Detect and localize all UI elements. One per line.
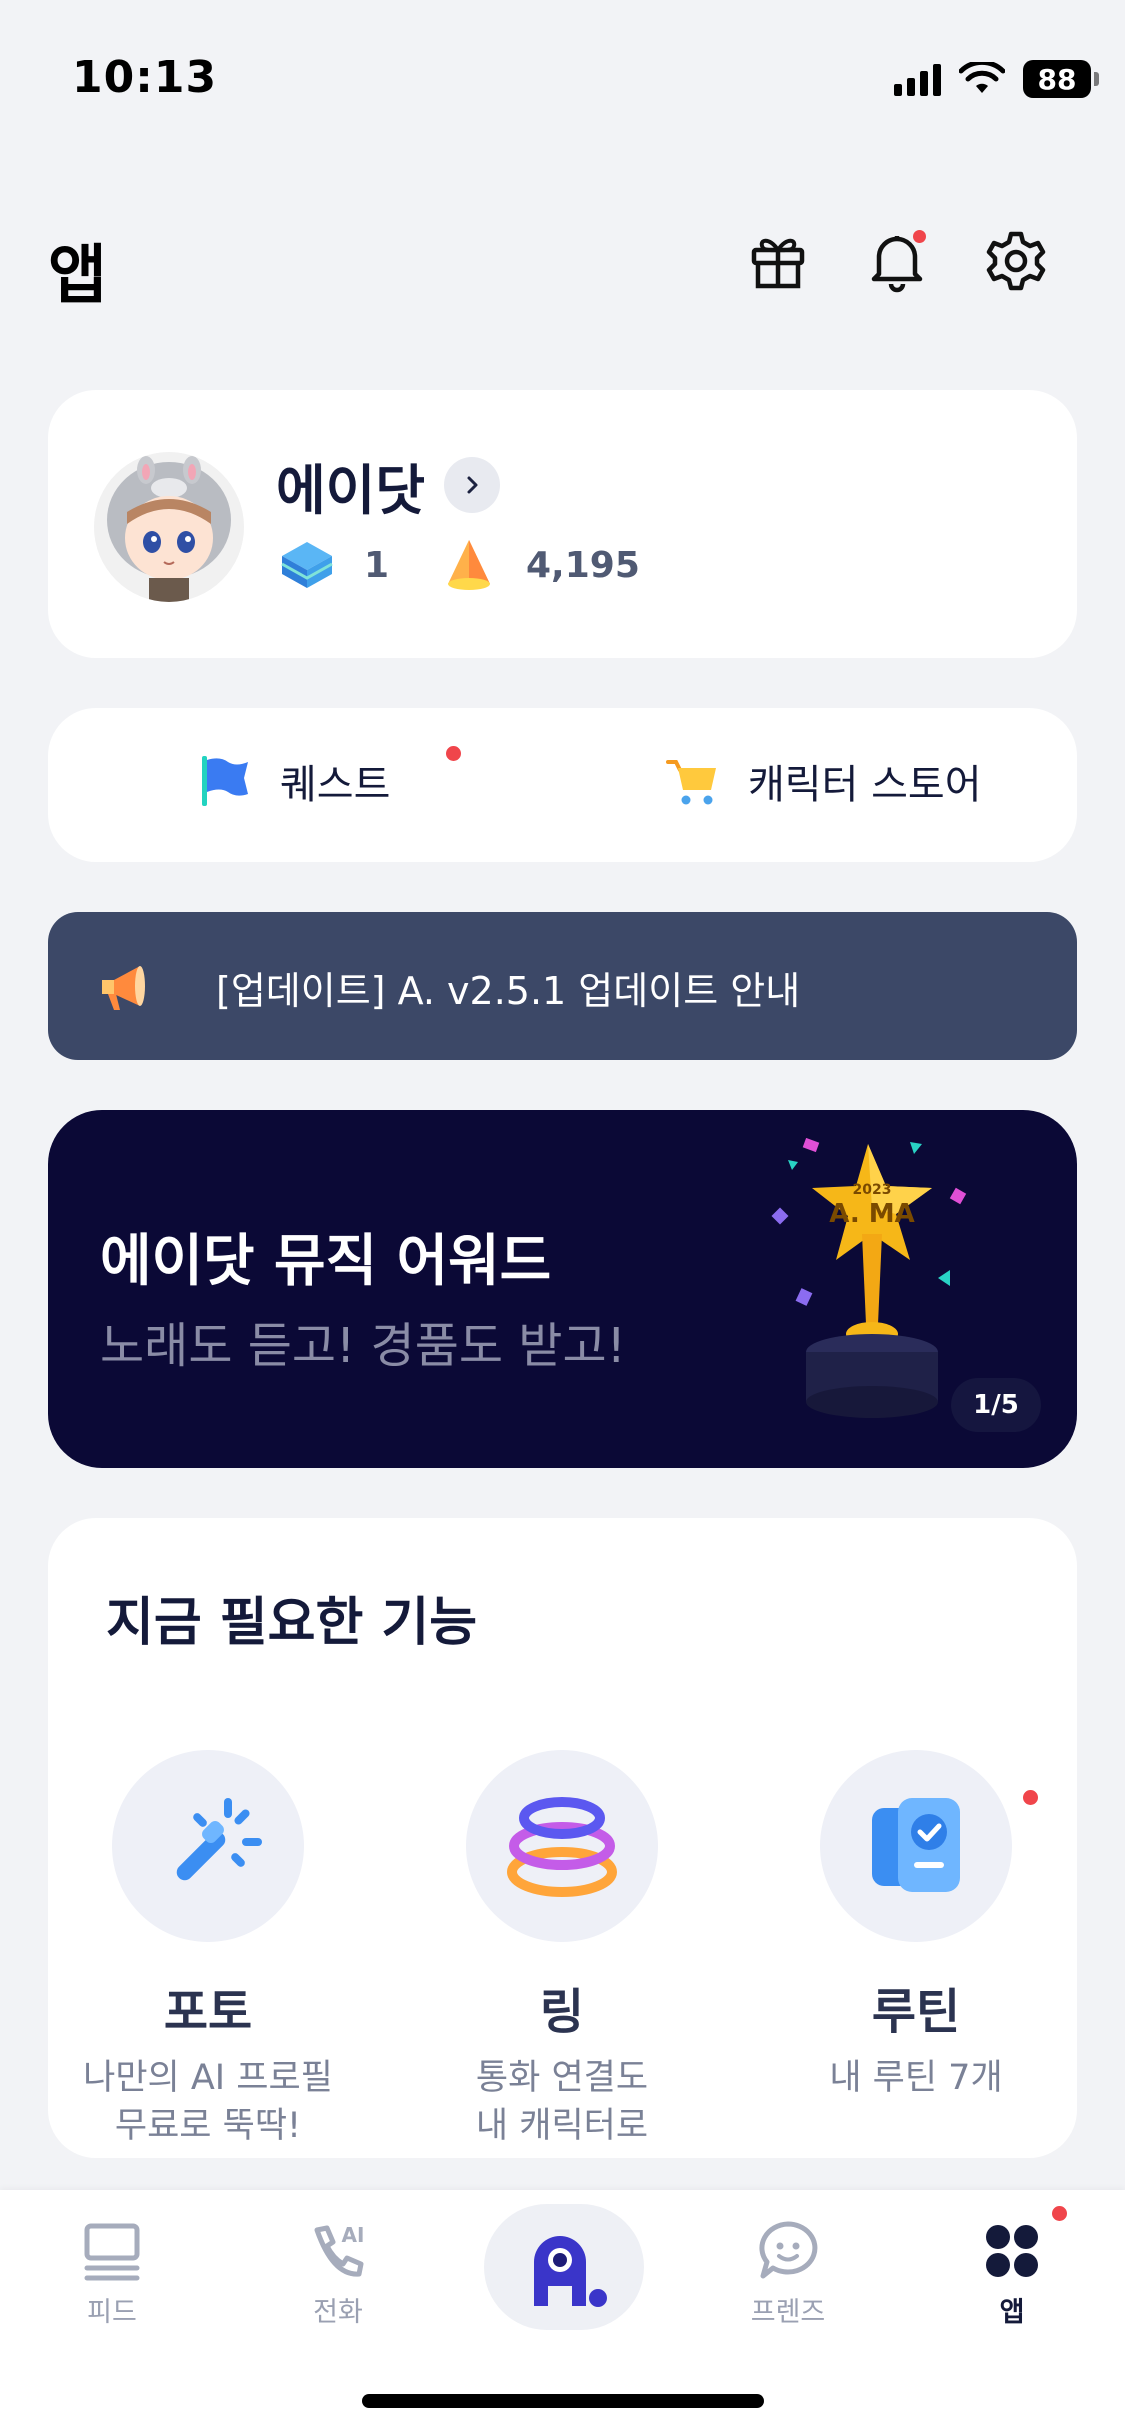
notification-button[interactable] [864, 228, 930, 294]
notice-text: [업데이트] A. v2.5.1 업데이트 안내 [216, 969, 801, 1013]
nav-call-label: 전화 [313, 2297, 363, 2328]
gem-icon [281, 542, 333, 588]
apps-grid-icon [986, 2225, 1038, 2277]
shortcut-card: 퀘스트 캐릭터 스토어 [48, 708, 1077, 862]
wifi-icon [959, 62, 1005, 93]
features-title: 지금 필요한 기능 [106, 1593, 478, 1653]
magic-wand-icon [176, 1798, 262, 1881]
point-count: 4,195 [438, 534, 640, 596]
point-value: 4,195 [526, 544, 640, 586]
feature-routine-desc: 내 루틴 7개 [829, 2058, 1003, 2098]
gem-value: 1 [364, 544, 390, 586]
routine-checklist-icon [872, 1798, 960, 1892]
battery-indicator: 88 [1023, 60, 1099, 98]
nav-home-character[interactable] [484, 2204, 644, 2330]
trophy-label: A. MA [829, 1199, 915, 1229]
nav-call[interactable]: AI 전화 [258, 2216, 418, 2329]
feature-photo[interactable]: 포토 나만의 AI 프로필 무료로 뚝딱! [58, 1750, 358, 2150]
apps-new-dot [1052, 2206, 1067, 2221]
features-card: 지금 필요한 기능 포토 나만의 AI 프로필 무료로 뚝딱! 링 통화 연결도… [48, 1518, 1077, 2158]
chat-face-icon [759, 2221, 818, 2279]
flag-icon [202, 756, 248, 806]
cart-icon [666, 760, 716, 805]
nav-friends[interactable]: 프렌즈 [708, 2216, 868, 2329]
notification-dot [913, 230, 926, 243]
routine-new-dot [1023, 1790, 1038, 1805]
feature-routine[interactable]: 루틴 내 루틴 7개 [766, 1750, 1066, 2102]
gift-button[interactable] [745, 228, 811, 294]
feature-ring-desc: 통화 연결도 내 캐릭터로 [475, 2058, 649, 2146]
settings-button[interactable] [983, 228, 1049, 294]
feature-ring-name: 링 [539, 1984, 585, 2040]
nav-feed[interactable]: 피드 [32, 2216, 192, 2329]
feature-routine-name: 루틴 [871, 1984, 961, 2040]
avatar [94, 452, 244, 602]
ai-phone-icon: AI [314, 2223, 365, 2277]
nav-apps-label: 앱 [999, 2297, 1025, 2328]
nav-friends-label: 프렌즈 [750, 2297, 826, 2328]
gem-count: 1 [276, 534, 389, 596]
profile-name: 에이닷 [276, 459, 426, 522]
feature-ring[interactable]: 링 통화 연결도 내 캐릭터로 [412, 1750, 712, 2150]
feature-photo-desc: 나만의 AI 프로필 무료로 뚝딱! [83, 2058, 333, 2146]
event-banner[interactable]: 에이닷 뮤직 어워드 노래도 듣고! 경품도 받고! 2023 A. MA 1/… [48, 1110, 1077, 1468]
gear-icon [986, 231, 1046, 291]
status-bar: 10:13 88 [0, 0, 1125, 150]
feature-photo-icon-wrap [112, 1750, 304, 1942]
gift-icon [751, 238, 805, 289]
nav-call-ai-badge: AI [342, 2223, 365, 2247]
feature-ring-icon-wrap [466, 1750, 658, 1942]
feature-photo-name: 포토 [163, 1984, 253, 2040]
banner-page-indicator: 1/5 [951, 1378, 1041, 1432]
quest-new-dot [446, 746, 461, 761]
cone-point-icon [448, 540, 490, 590]
notice-banner[interactable]: [업데이트] A. v2.5.1 업데이트 안내 [48, 912, 1077, 1060]
home-indicator[interactable] [362, 2394, 764, 2408]
app-header: 앱 [0, 200, 1125, 320]
chevron-right-icon [467, 476, 478, 494]
ring-stack-icon [507, 1797, 617, 1897]
nav-feed-label: 피드 [87, 2297, 137, 2328]
trophy-year: 2023 [853, 1182, 892, 1198]
profile-card[interactable]: 에이닷 1 4,195 [48, 390, 1077, 658]
cellular-signal-icon [894, 62, 941, 96]
feed-icon [84, 2223, 140, 2281]
quest-button[interactable]: 퀘스트 [196, 746, 461, 810]
nav-apps[interactable]: 앱 [932, 2206, 1092, 2329]
banner-title: 에이닷 뮤직 어워드 [100, 1229, 552, 1294]
page-title: 앱 [48, 239, 107, 313]
megaphone-icon [102, 966, 145, 1010]
adot-character-icon [534, 2236, 607, 2307]
character-store-button[interactable]: 캐릭터 스토어 [664, 752, 982, 810]
feature-routine-icon-wrap [820, 1750, 1038, 1942]
profile-detail-button[interactable] [444, 457, 500, 513]
quest-label: 퀘스트 [280, 762, 391, 808]
status-time: 10:13 [72, 52, 218, 103]
banner-subtitle: 노래도 듣고! 경품도 받고! [100, 1318, 626, 1374]
status-icons: 88 [894, 60, 1099, 98]
store-label: 캐릭터 스토어 [748, 762, 982, 808]
